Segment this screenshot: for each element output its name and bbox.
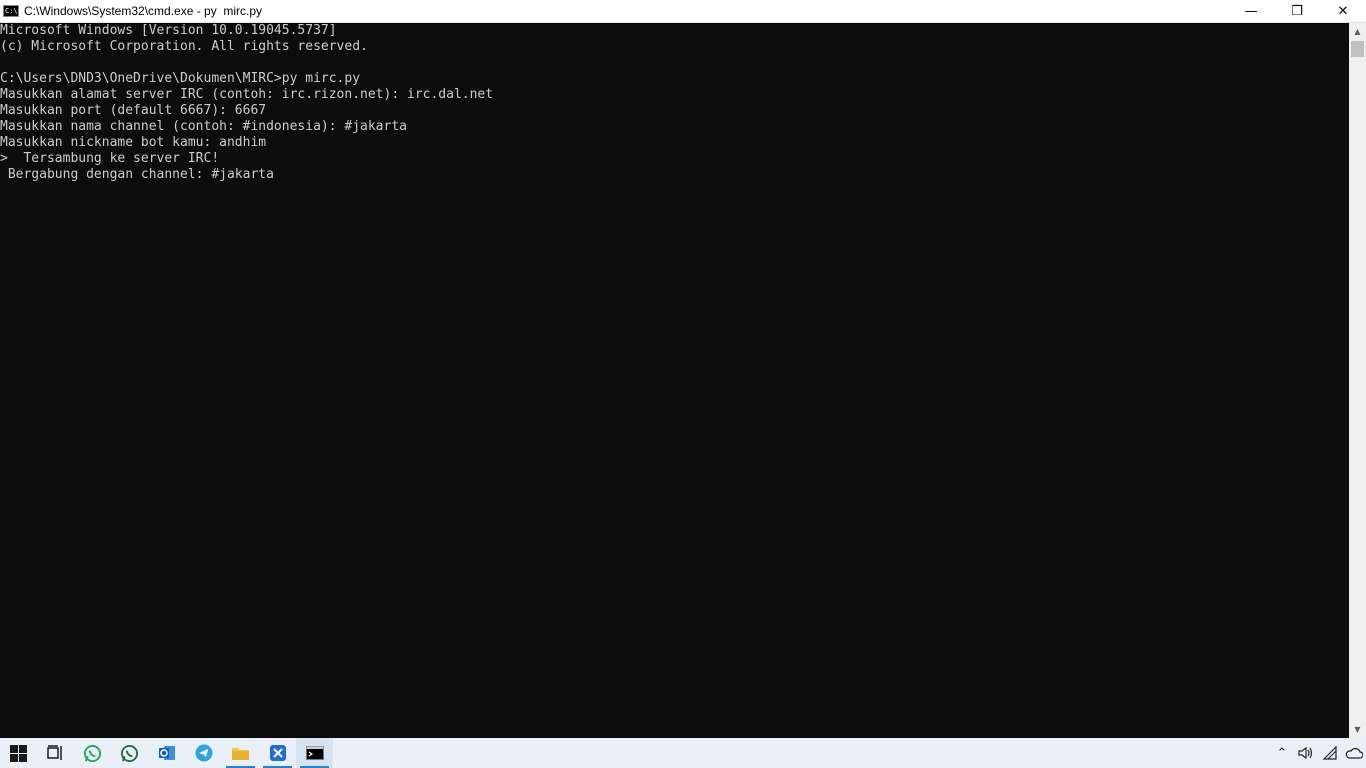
taskbar-file-explorer[interactable] (222, 738, 259, 768)
cmd-icon: C:\ (3, 5, 19, 17)
console-line: Microsoft Windows [Version 10.0.19045.57… (0, 23, 337, 38)
telegram-icon (195, 744, 212, 762)
vertical-scrollbar[interactable]: ▲ ▼ (1349, 23, 1366, 738)
whatsapp-icon (120, 744, 139, 762)
restore-button[interactable]: ❐ (1274, 0, 1320, 23)
scroll-up-arrow-icon[interactable]: ▲ (1349, 23, 1366, 40)
wifi-signal-icon (1322, 746, 1337, 760)
taskbar-cmd[interactable] (296, 738, 333, 768)
wifi-icon[interactable] (1318, 738, 1342, 768)
task-view-button[interactable] (37, 738, 74, 768)
taskbar-whatsapp[interactable] (74, 738, 111, 768)
scroll-down-arrow-icon[interactable]: ▼ (1349, 721, 1366, 738)
start-button[interactable] (0, 738, 37, 768)
system-tray: ⌃ (1270, 738, 1366, 768)
whatsapp-icon (83, 744, 102, 762)
volume-icon[interactable] (1294, 738, 1318, 768)
cmd-icon-glyph: C:\ (5, 6, 18, 15)
minimize-icon: — (1244, 4, 1258, 19)
taskbar-outlook[interactable] (148, 738, 185, 768)
close-button[interactable]: ✕ (1320, 0, 1366, 23)
console-line: (c) Microsoft Corporation. All rights re… (0, 39, 368, 54)
taskbar: ⌃ (0, 738, 1366, 768)
onedrive-icon[interactable] (1342, 738, 1366, 768)
minimize-button[interactable]: — (1228, 0, 1274, 23)
blue-app-icon (269, 745, 286, 761)
cloud-icon (1345, 748, 1363, 759)
console-line: > Tersambung ke server IRC! (0, 151, 220, 166)
console-line: Masukkan port (default 6667): 6667 (0, 103, 267, 118)
show-hidden-icons-chevron-icon[interactable]: ⌃ (1270, 738, 1294, 768)
console-line: C:\Users\DND3\OneDrive\Dokumen\MIRC>py m… (0, 71, 361, 86)
window-title: C:\Windows\System32\cmd.exe - py mirc.py (24, 4, 263, 18)
folder-icon (232, 748, 249, 760)
speaker-icon (1298, 746, 1313, 760)
window-controls: — ❐ ✕ (1228, 0, 1366, 23)
outlook-icon (158, 746, 175, 760)
cmd-taskbar-icon (305, 746, 324, 760)
scroll-thumb[interactable] (1351, 41, 1364, 57)
console-line: Masukkan alamat server IRC (contoh: irc.… (0, 87, 494, 102)
console-line: Masukkan nama channel (contoh: #indonesi… (0, 119, 407, 134)
task-view-icon (46, 745, 62, 760)
taskbar-whatsapp-2[interactable] (111, 738, 148, 768)
taskbar-telegram[interactable] (185, 738, 222, 768)
title-bar[interactable]: C:\ C:\Windows\System32\cmd.exe - py mir… (0, 0, 1366, 23)
taskbar-app[interactable] (259, 738, 296, 768)
windows-logo-icon (10, 744, 27, 762)
console-line: Masukkan nickname bot kamu: andhim (0, 135, 267, 150)
restore-icon: ❐ (1291, 4, 1303, 19)
console-line: Bergabung dengan channel: #jakarta (0, 167, 274, 182)
console-output[interactable]: Microsoft Windows [Version 10.0.19045.57… (0, 23, 1349, 738)
close-icon: ✕ (1337, 4, 1349, 19)
